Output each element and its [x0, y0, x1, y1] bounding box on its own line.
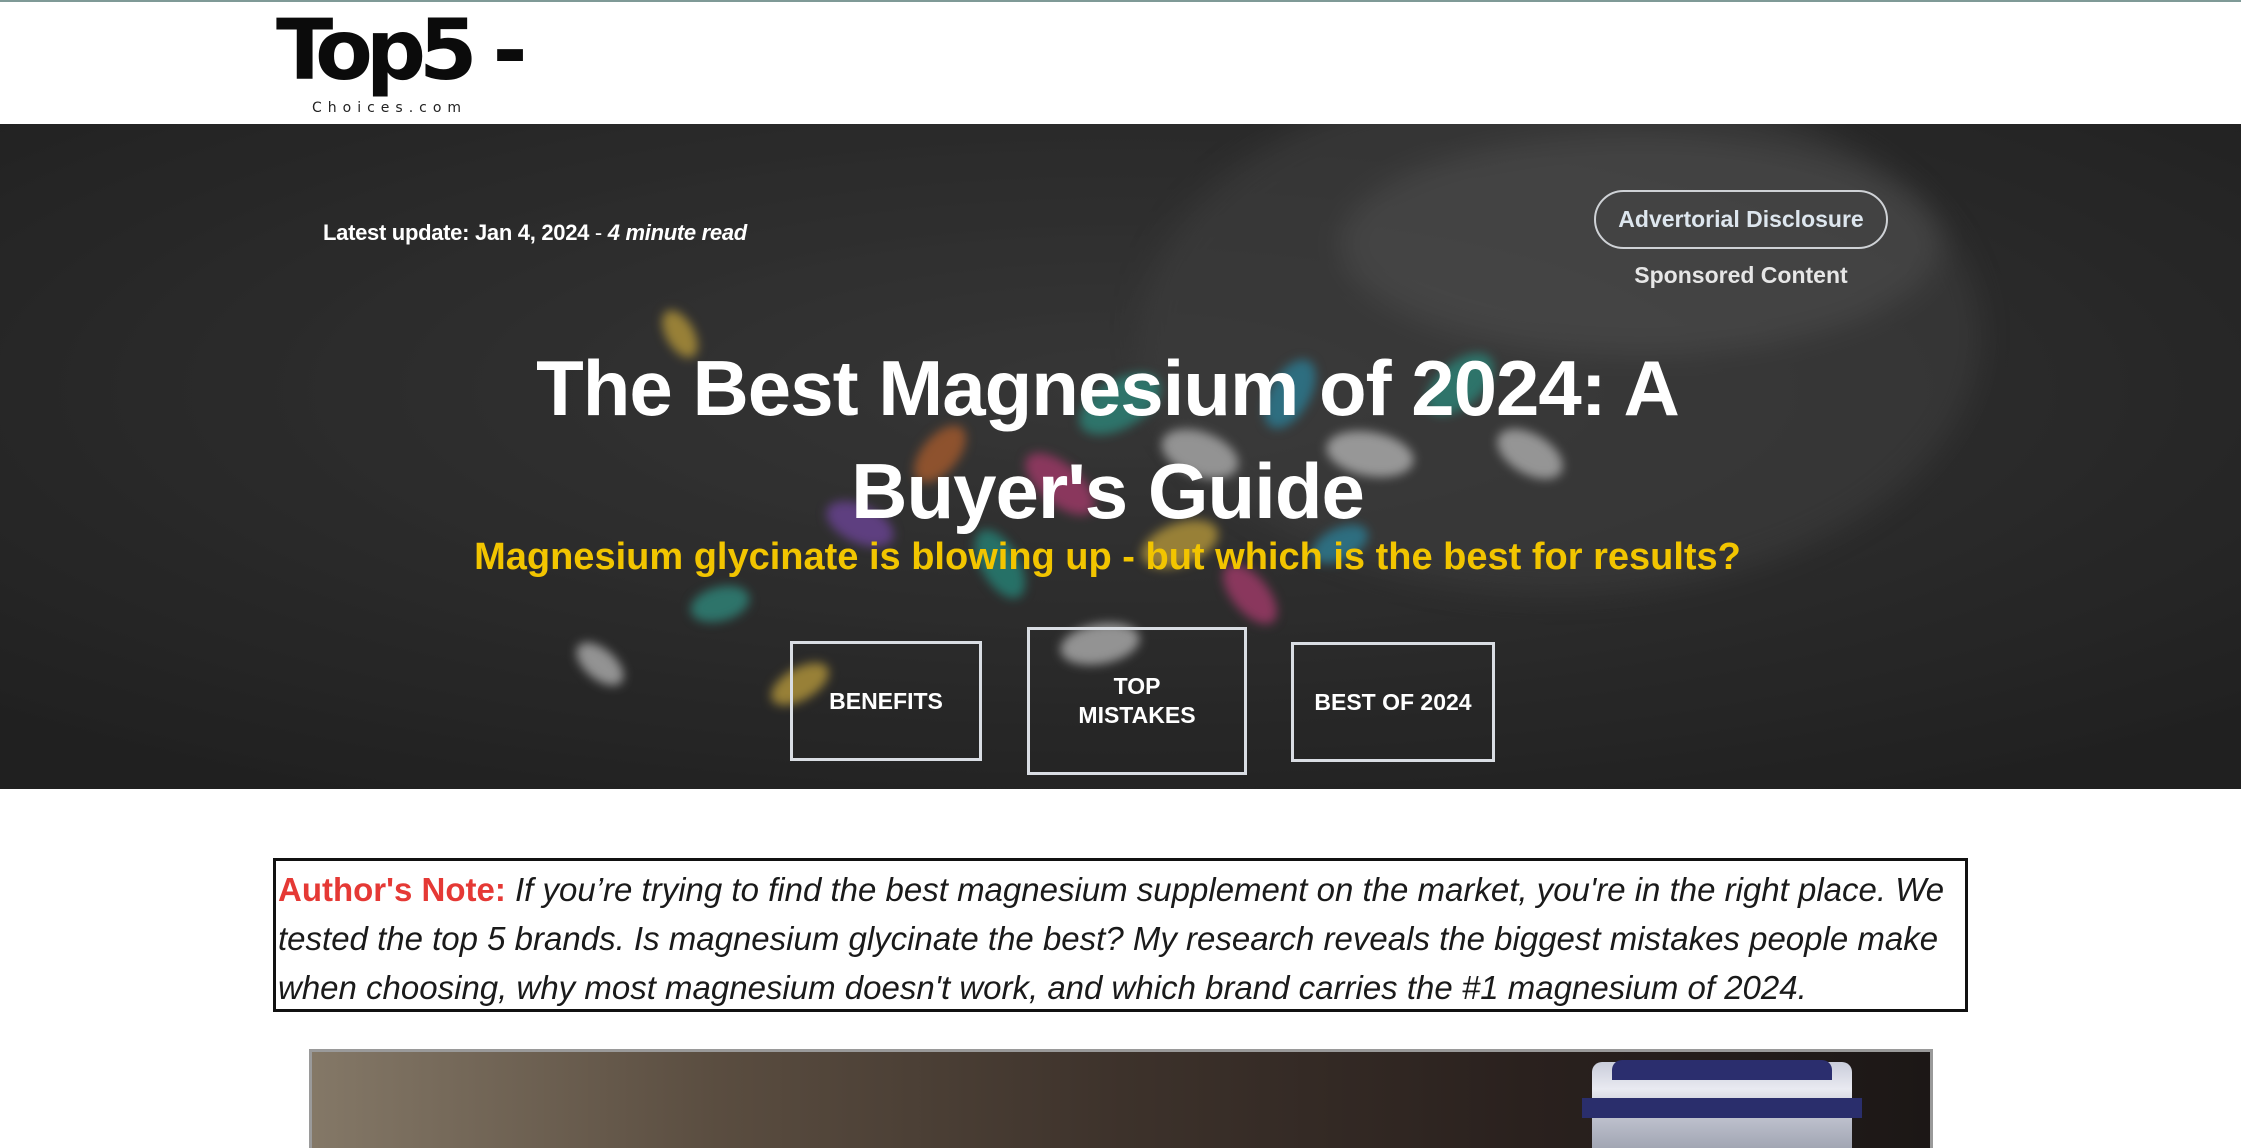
logo-tagline: Choices.com — [312, 100, 468, 116]
page-subtitle: Magnesium glycinate is blowing up - but … — [474, 536, 1741, 578]
author-note-label: Author's Note: — [278, 871, 506, 908]
sponsored-content-label: Sponsored Content — [1634, 262, 1848, 288]
logo-wordmark: Top5 - — [276, 1, 528, 99]
jar-cap-top — [1612, 1060, 1832, 1080]
site-header: Top5 - Choices.com — [0, 2, 2241, 124]
hero-banner: Latest update: Jan 4, 2024 - 4 minute re… — [0, 124, 2241, 789]
jar-cap-band — [1582, 1098, 1862, 1118]
best-of-2024-button[interactable]: BEST OF 2024 — [1291, 642, 1495, 762]
top-mistakes-label: TOP MISTAKES — [1078, 673, 1196, 728]
advertorial-disclosure-button[interactable]: Advertorial Disclosure — [1594, 190, 1888, 249]
site-logo[interactable]: Top5 - Choices.com — [276, 4, 528, 122]
author-note-text: If you’re trying to find the best magnes… — [278, 871, 1945, 1006]
top-mistakes-button[interactable]: TOP MISTAKES — [1027, 627, 1247, 775]
update-separator: - — [589, 220, 608, 245]
page-title: The Best Magnesium of 2024: A Buyer's Gu… — [536, 344, 1680, 535]
author-note: Author's Note: If you’re trying to find … — [273, 858, 1968, 1012]
update-date: Latest update: Jan 4, 2024 — [323, 220, 590, 245]
product-photo — [309, 1049, 1933, 1148]
benefits-button[interactable]: BENEFITS — [790, 641, 982, 761]
read-time: 4 minute read — [607, 220, 747, 245]
update-info: Latest update: Jan 4, 2024 - 4 minute re… — [323, 220, 747, 246]
